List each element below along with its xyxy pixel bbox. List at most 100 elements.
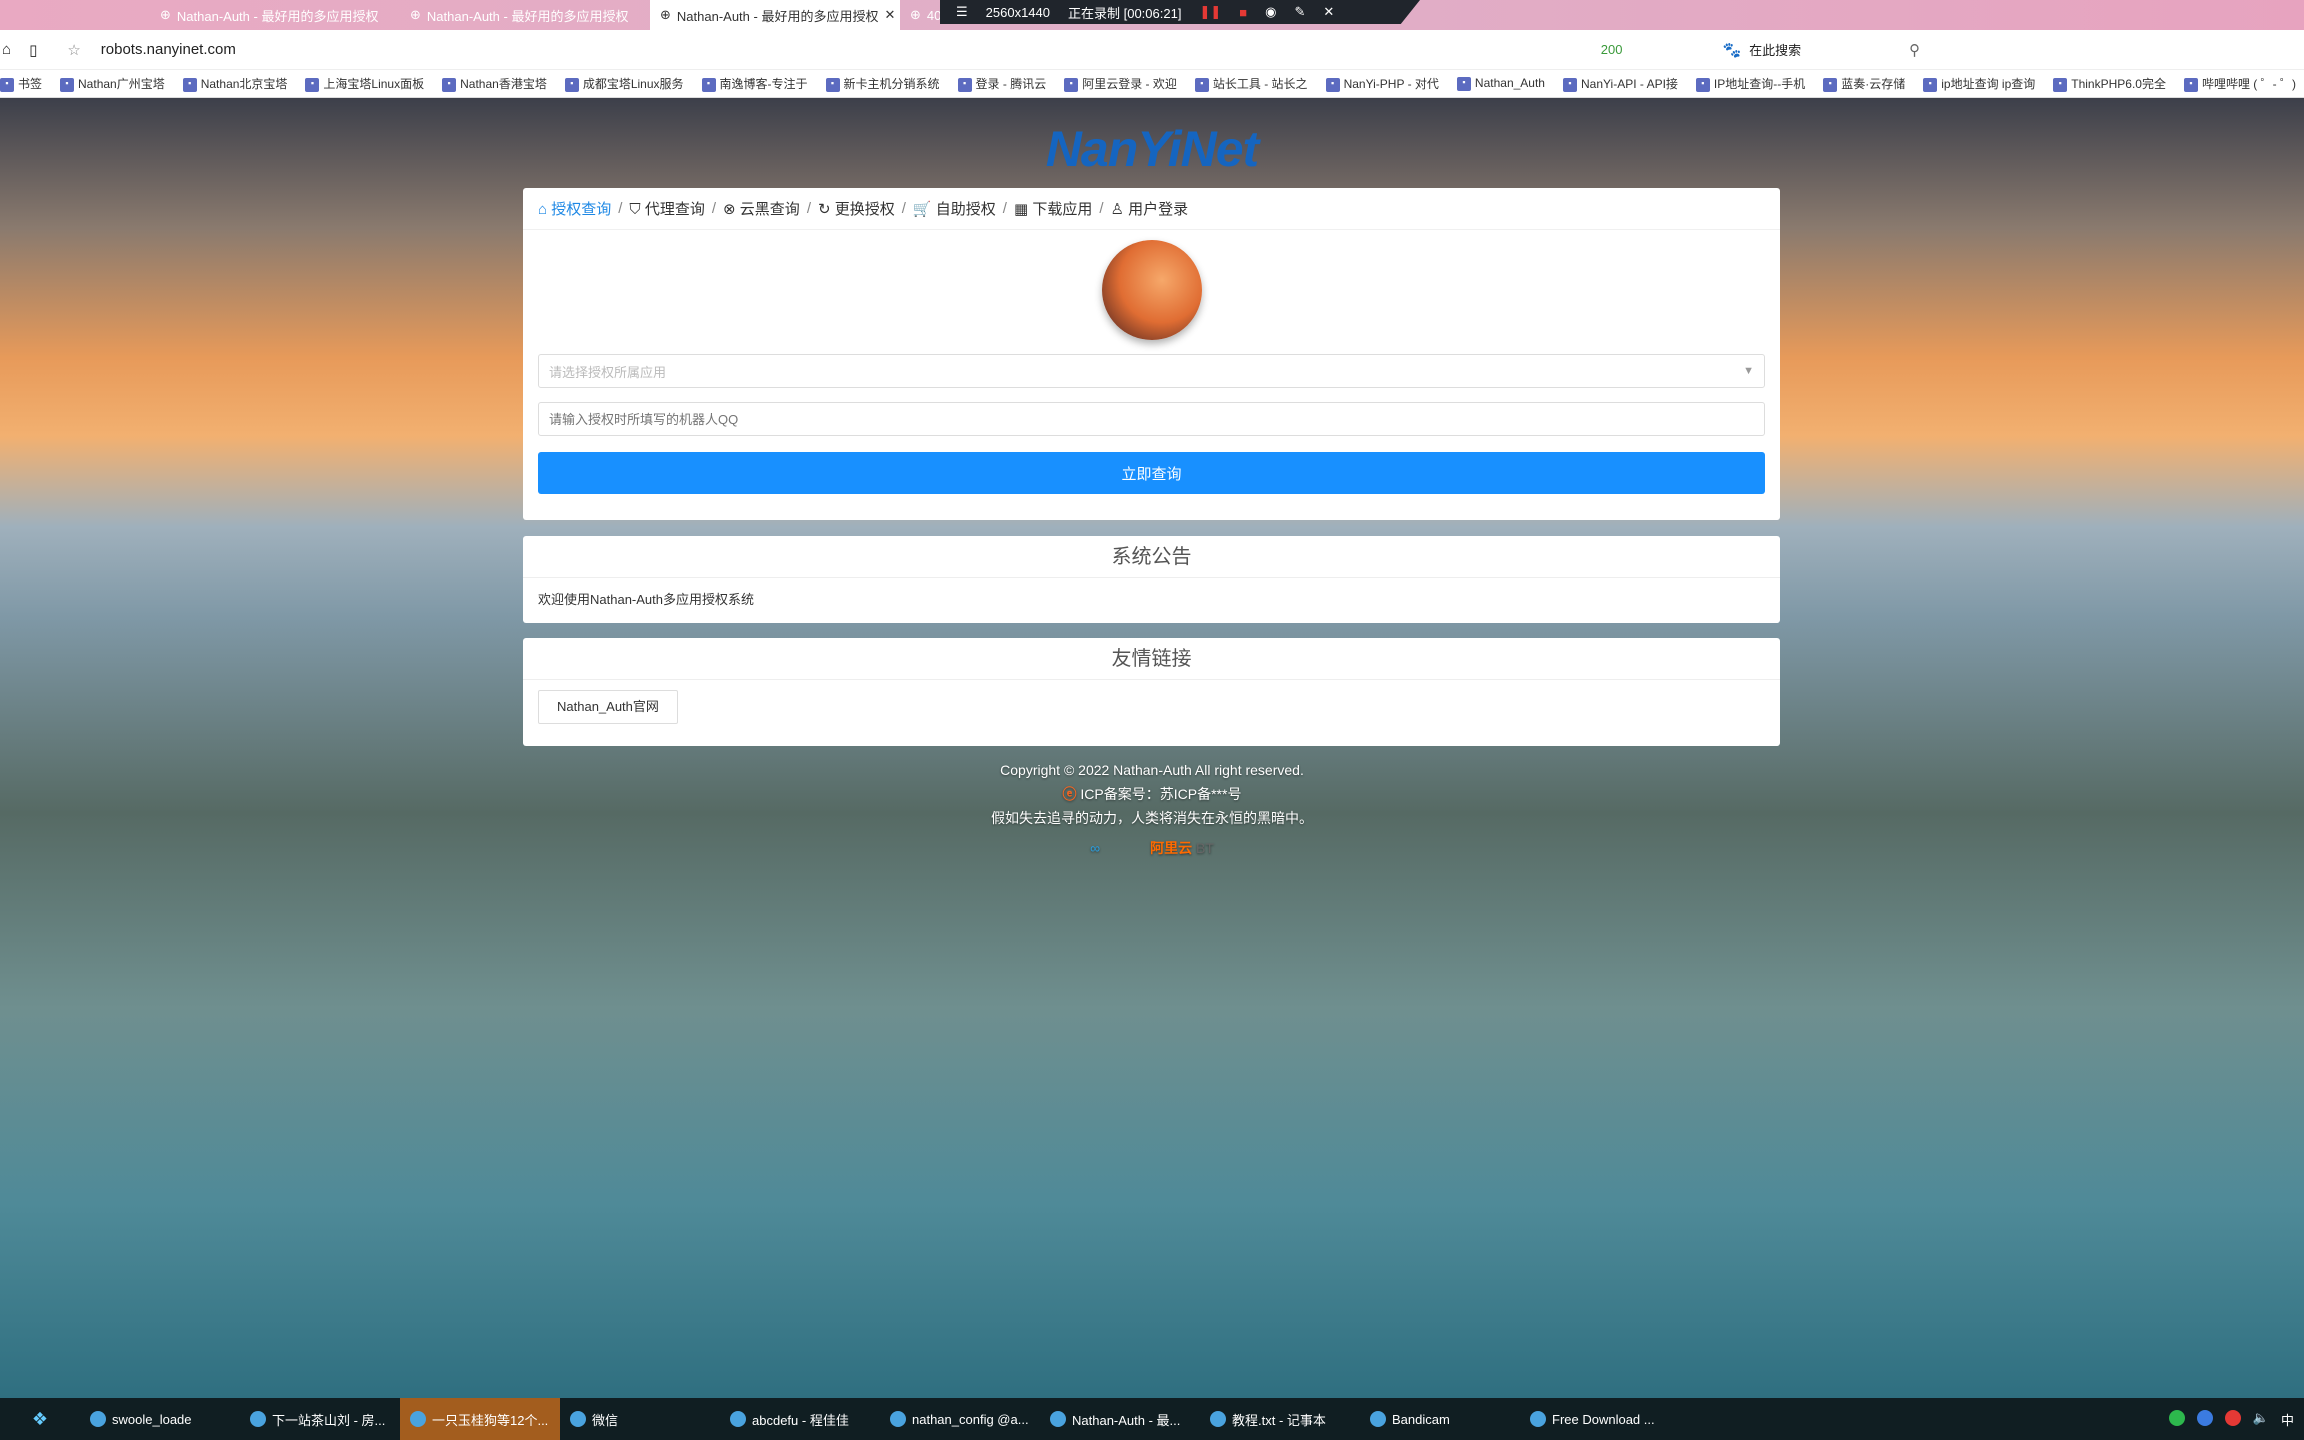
bookmark-icon: ▪ <box>564 77 579 92</box>
bookmark-item[interactable]: ▪ 书签 <box>0 75 42 92</box>
star-icon[interactable]: ☆ <box>67 41 80 59</box>
record-icon[interactable] <box>2224 1409 2241 1426</box>
icp-line[interactable]: ⓔ ICP备案号：苏ICP备***号 <box>0 782 2304 806</box>
globe-icon: ⊕ <box>660 7 671 22</box>
close-icon[interactable]: ✕ <box>884 7 895 23</box>
aliyun-logo: 阿里云 <box>1150 840 1193 856</box>
bookmark-icon: ▪ <box>1325 77 1340 92</box>
separator: / <box>618 200 623 217</box>
icp-logo-icon: ⓔ <box>1062 786 1077 802</box>
bookmark-item[interactable]: ▪ IP地址查询--手机 <box>1695 75 1805 92</box>
home-icon: ⌂ <box>538 201 548 218</box>
bookmark-item[interactable]: ▪ Nathan香港宝塔 <box>442 75 547 92</box>
bookmark-item[interactable]: ▪ 哔哩哔哩 ( ゜- ゜) <box>2183 75 2296 92</box>
system-tray: 🔈 中 <box>2168 1409 2304 1429</box>
taskbar-item[interactable]: Nathan-Auth - 最... <box>1040 1398 1200 1440</box>
pause-icon[interactable]: ❚❚ <box>1199 4 1221 20</box>
copyright: Copyright © 2022 Nathan-Auth All right r… <box>1000 762 1304 778</box>
site-logo: NanYiNet <box>1045 121 1259 177</box>
taskbar-item[interactable]: Bandicam <box>1360 1398 1520 1440</box>
wechat-icon[interactable] <box>2168 1409 2185 1426</box>
globe-icon: ⊕ <box>910 7 921 22</box>
submit-query-button[interactable]: 立即查询 <box>538 452 1765 494</box>
nav-item[interactable]: ♙ 用户登录 <box>1111 198 1189 219</box>
nav-item[interactable]: ⌂ 授权查询 <box>538 198 611 219</box>
reader-icon[interactable]: ▯ <box>29 41 37 59</box>
bookmark-item[interactable]: ▪ Nathan_Auth <box>1456 76 1545 91</box>
bookmark-item[interactable]: ▪ 新卡主机分销系统 <box>825 75 940 92</box>
nav-item[interactable]: ⊗ 云黑查询 <box>723 198 800 219</box>
nav-item[interactable]: ↻ 更换授权 <box>818 198 895 219</box>
footer: Copyright © 2022 Nathan-Auth All right r… <box>0 758 2304 860</box>
browser-tab[interactable]: ⊕ Nathan-Auth - 最好用的多应用授权 <box>150 0 400 30</box>
app-icon <box>410 1411 426 1427</box>
stop-icon[interactable]: ■ <box>1239 5 1247 20</box>
notice-text: 欢迎使用Nathan-Auth多应用授权系统 <box>538 592 754 607</box>
taskbar-item[interactable]: 一只玉桂狗等12个... <box>400 1398 560 1440</box>
taskbar-item[interactable]: 微信 <box>560 1398 720 1440</box>
taskbar-item[interactable]: abcdefu - 程佳佳 <box>720 1398 880 1440</box>
qq-input[interactable] <box>549 411 1754 427</box>
bookmark-icon: ▪ <box>2053 77 2068 92</box>
taskbar-item[interactable]: 下一站茶山刘 - 房... <box>240 1398 400 1440</box>
start-icon[interactable]: ❖ <box>0 1409 80 1430</box>
camera-icon[interactable]: ◉ <box>1265 4 1276 20</box>
baidu-icon[interactable]: 🐾 <box>1722 41 1741 59</box>
bookmark-icon: ▪ <box>1562 77 1577 92</box>
taskbar-item[interactable]: nathan_config @a... <box>880 1398 1040 1440</box>
close-icon[interactable]: ✕ <box>1323 4 1334 20</box>
bookmark-item[interactable]: ▪ 站长工具 - 站长之 <box>1194 75 1308 92</box>
partner-logos: ∞ 阿里云 BT <box>0 836 2304 860</box>
bookmark-item[interactable]: ▪ 成都宝塔Linux服务 <box>564 75 684 92</box>
bookmark-icon: ▪ <box>60 77 75 92</box>
bookmark-icon: ▪ <box>0 77 14 92</box>
notice-title: 系统公告 <box>523 536 1780 578</box>
bookmark-item[interactable]: ▪ ip地址查询 ip查询 <box>1923 75 2035 92</box>
bookmark-item[interactable]: ▪ Nathan广州宝塔 <box>60 75 165 92</box>
cart-icon: 🛒 <box>912 201 932 218</box>
nav-item[interactable]: ▦ 下载应用 <box>1014 198 1092 219</box>
cloud-logo-icon: ∞ <box>1090 840 1101 856</box>
separator: / <box>711 200 717 217</box>
pen-icon[interactable]: ✎ <box>1294 4 1305 20</box>
bookmark-item[interactable]: ▪ 蓝奏·云存储 <box>1823 75 1905 92</box>
nav-item[interactable]: ⛉ 代理查询 <box>629 198 704 219</box>
bookmark-item[interactable]: ▪ Nathan北京宝塔 <box>182 75 287 92</box>
app-select[interactable]: 请选择授权所属应用 ▼ <box>538 354 1765 388</box>
url-field[interactable]: robots.nanyinet.com <box>101 41 1601 58</box>
home-icon[interactable]: ⌂ <box>2 41 11 58</box>
bookmark-icon: ▪ <box>1823 77 1838 92</box>
bookmark-item[interactable]: ▪ 南逸博客-专注于 <box>701 75 808 92</box>
app-icon <box>1370 1411 1386 1427</box>
taskbar-item[interactable]: Free Download ... <box>1520 1398 1680 1440</box>
ime-indicator[interactable]: 中 <box>2281 1410 2294 1429</box>
browser-tab[interactable]: ⊕ Nathan-Auth - 最好用的多应用授权 <box>400 0 650 30</box>
taskbar-item[interactable]: 教程.txt - 记事本 <box>1200 1398 1360 1440</box>
search-icon[interactable]: ⚲ <box>1909 41 1920 59</box>
bookmark-item[interactable]: ▪ NanYi-API - API接 <box>1562 75 1678 92</box>
app-icon <box>1210 1411 1226 1427</box>
refresh-icon: ↻ <box>817 201 831 218</box>
bookmark-item[interactable]: ▪ 上海宝塔Linux面板 <box>305 75 424 92</box>
search-input[interactable]: 在此搜索 <box>1749 40 1909 59</box>
bookmark-item[interactable]: ▪ 登录 - 腾讯云 <box>957 75 1046 92</box>
bookmark-icon: ▪ <box>442 77 457 92</box>
bookmark-item[interactable]: ▪ 阿里云登录 - 欢迎 <box>1064 75 1177 92</box>
separator: / <box>1002 200 1007 217</box>
separator: / <box>901 200 906 217</box>
browser-tab-active[interactable]: ⊕ Nathan-Auth - 最好用的多应用授权 ✕ <box>650 0 900 30</box>
menu-icon[interactable]: ☰ <box>956 4 968 20</box>
bookmark-item[interactable]: ▪ ThinkPHP6.0完全 <box>2053 75 2166 92</box>
bookmark-item[interactable]: ▪ NanYi-PHP - 对代 <box>1325 75 1439 92</box>
friend-link[interactable]: Nathan_Auth官网 <box>538 690 678 724</box>
app-icon <box>250 1411 266 1427</box>
volume-icon[interactable]: 🔈 <box>2253 1410 2269 1429</box>
shield-icon[interactable] <box>2196 1409 2213 1426</box>
separator: / <box>1099 200 1104 217</box>
nav-item[interactable]: 🛒 自助授权 <box>913 198 996 219</box>
recorder-bar: ☰ 2560x1440 正在录制 [00:06:21] ❚❚ ■ ◉ ✎ ✕ <box>940 0 1420 24</box>
bookmark-icon: ▪ <box>305 77 320 92</box>
bookmark-icon: ▪ <box>1194 77 1209 92</box>
taskbar-item[interactable]: swoole_loade <box>80 1398 240 1440</box>
shield-check-icon: ⛉ <box>629 201 641 218</box>
